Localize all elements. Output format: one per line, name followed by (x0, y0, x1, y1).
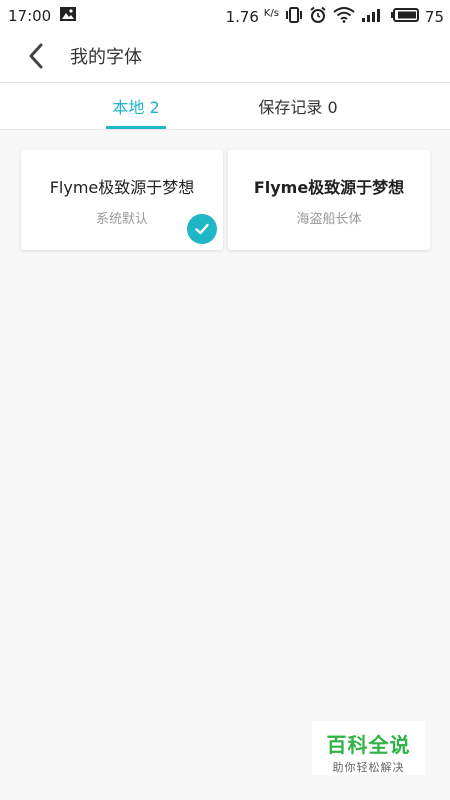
app-header: 我的字体 (0, 30, 450, 83)
battery-icon (390, 7, 419, 27)
tab-saved-records[interactable]: 保存记录 0 (246, 83, 350, 129)
tab-bar: 本地 2 保存记录 0 (0, 83, 450, 130)
status-right: 1.76 K/s 75 (226, 6, 444, 28)
font-card-system-default[interactable]: Flyme极致源于梦想 系统默认 (21, 150, 223, 250)
tab-local[interactable]: 本地 2 (96, 83, 176, 129)
watermark-logo: 百科全说 助你轻松解决 (312, 721, 425, 775)
speed-value: 1.76 (225, 8, 259, 26)
active-tab-indicator (106, 126, 166, 129)
alarm-icon (309, 6, 327, 28)
network-speed: 1.76 K/s (226, 8, 279, 26)
back-button[interactable] (22, 40, 52, 72)
font-preview-name: Flyme极致源于梦想 (49, 178, 195, 197)
wifi-icon (333, 7, 355, 27)
watermark-subtitle: 助你轻松解决 (332, 761, 405, 774)
page-title: 我的字体 (70, 47, 142, 68)
font-description: 海盗船长体 (296, 212, 362, 227)
speed-unit: K/s (263, 8, 279, 19)
font-preview-name: Flyme极致源于梦想 (253, 178, 405, 197)
selected-check-icon (187, 214, 217, 244)
status-left: 17:00 (8, 6, 77, 26)
vibrate-icon (285, 7, 303, 27)
back-arrow-icon (29, 43, 43, 69)
status-time: 17:00 (8, 7, 52, 25)
font-card-pirate-captain[interactable]: Flyme极致源于梦想 海盗船长体 (228, 150, 430, 250)
battery-level: 75 (424, 8, 444, 26)
status-bar: 17:00 1.76 K/s 75 (0, 0, 450, 30)
watermark-title: 百科全说 (326, 733, 411, 757)
image-notification-icon (59, 6, 77, 26)
signal-icon (361, 7, 385, 27)
